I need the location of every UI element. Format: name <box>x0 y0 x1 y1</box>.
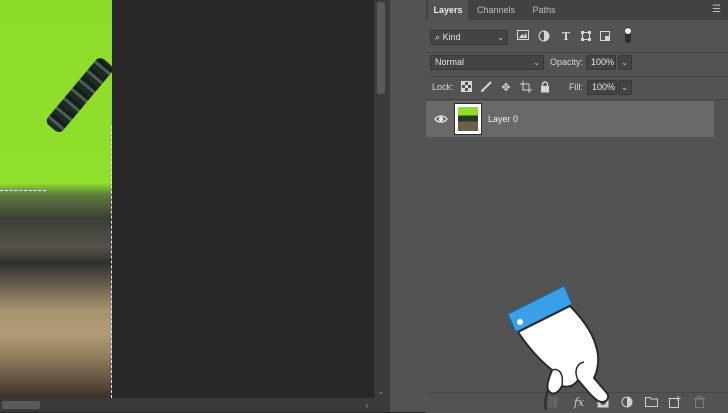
opacity-slider-toggle[interactable]: ⌄ <box>618 55 632 70</box>
filter-kind-dropdown[interactable]: ⌕ Kind ⌄ <box>430 30 508 45</box>
selection-marquee-edge <box>111 126 112 398</box>
shape-filter-icon[interactable] <box>579 30 593 44</box>
chevron-down-icon: ⌄ <box>497 33 504 42</box>
panel-tab-bar: Layers Channels Paths ☰ <box>426 0 728 20</box>
blend-mode-dropdown[interactable]: Normal ⌄ <box>430 55 544 70</box>
pointing-hand-cursor-icon <box>507 285 610 411</box>
panel-gutter <box>388 0 426 412</box>
filter-kind-label: Kind <box>442 32 461 42</box>
adjustment-layer-icon[interactable] <box>620 396 634 410</box>
lock-label: Lock: <box>432 82 454 92</box>
opacity-input[interactable]: 100% <box>586 55 616 70</box>
new-layer-icon[interactable] <box>668 396 682 410</box>
lock-all-icon[interactable] <box>538 81 552 95</box>
fill-slider-toggle[interactable]: ⌄ <box>618 80 632 95</box>
panel-divider <box>426 99 728 100</box>
panel-gutter-divider <box>388 0 390 412</box>
chevron-down-icon: ⌄ <box>533 58 540 67</box>
filter-row: ⌕ Kind ⌄ T <box>426 26 728 50</box>
lock-image-icon[interactable] <box>479 81 493 95</box>
horizontal-scroll-thumb[interactable] <box>2 401 40 409</box>
tab-layers[interactable]: Layers <box>428 0 468 20</box>
selection-marquee-edge-top <box>0 190 46 191</box>
panel-menu-icon[interactable]: ☰ <box>712 5 722 15</box>
panel-divider <box>426 76 728 77</box>
document-canvas[interactable] <box>0 0 374 398</box>
chevron-down-icon: ⌄ <box>621 83 628 92</box>
opacity-label: Opacity: <box>550 57 584 67</box>
scroll-right-arrow-icon[interactable]: › <box>362 400 372 410</box>
group-folder-icon[interactable] <box>644 396 658 410</box>
layer-name[interactable]: Layer 0 <box>488 101 518 137</box>
search-icon: ⌕ <box>435 32 441 42</box>
adjustment-filter-icon[interactable] <box>537 30 551 44</box>
horizontal-scrollbar[interactable]: › <box>0 398 388 412</box>
layer-row[interactable]: Layer 0 <box>426 101 714 137</box>
filter-toggle-icon[interactable] <box>621 26 635 43</box>
image-filter-icon[interactable] <box>516 30 530 44</box>
type-filter-icon[interactable]: T <box>559 30 573 44</box>
fill-label: Fill: <box>569 82 583 92</box>
delete-layer-icon[interactable] <box>692 396 706 410</box>
lock-artboard-icon[interactable] <box>519 81 533 95</box>
tab-channels[interactable]: Channels <box>470 0 522 20</box>
blend-mode-value: Normal <box>435 57 465 67</box>
scroll-down-arrow-icon[interactable]: ⌄ <box>376 386 386 396</box>
lock-position-icon[interactable]: ✥ <box>499 81 513 95</box>
vertical-scroll-thumb[interactable] <box>377 2 385 94</box>
visibility-eye-icon[interactable] <box>434 113 448 125</box>
layer-thumbnail[interactable] <box>454 103 482 135</box>
layer-thumbnail-image <box>458 107 478 131</box>
tab-paths[interactable]: Paths <box>524 0 564 20</box>
chevron-down-icon: ⌄ <box>621 58 628 67</box>
lock-transparent-icon[interactable] <box>459 81 473 95</box>
smart-object-filter-icon[interactable] <box>598 30 612 44</box>
fill-input[interactable]: 100% <box>587 80 617 95</box>
blend-row: Normal ⌄ Opacity: 100% ⌄ <box>426 53 728 77</box>
vertical-scrollbar[interactable]: ⌄ <box>374 0 388 398</box>
